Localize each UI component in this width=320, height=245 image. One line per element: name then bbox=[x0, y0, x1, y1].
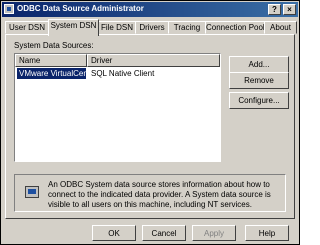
tab-connection-pooling[interactable]: Connection Pooling bbox=[205, 21, 275, 34]
add-button[interactable]: Add... bbox=[229, 56, 289, 73]
info-box: An ODBC System data source stores inform… bbox=[14, 174, 286, 212]
tab-user-dsn[interactable]: User DSN bbox=[5, 21, 49, 34]
ok-button[interactable]: OK bbox=[92, 225, 136, 241]
tab-about[interactable]: About bbox=[264, 21, 297, 34]
remove-button[interactable]: Remove bbox=[229, 72, 289, 89]
cancel-button[interactable]: Cancel bbox=[142, 225, 186, 241]
system-data-sources-list[interactable]: Name Driver VMware VirtualCenter SQL Nat… bbox=[14, 53, 221, 162]
system-data-sources-label: System Data Sources: bbox=[14, 41, 94, 50]
odbc-dialog-window: ODBC Data Source Administrator ? × User … bbox=[0, 0, 300, 245]
tab-system-dsn[interactable]: System DSN bbox=[48, 19, 99, 36]
dsn-row-name[interactable]: VMware VirtualCenter bbox=[17, 68, 86, 79]
data-source-icon bbox=[25, 186, 39, 198]
title-bar[interactable]: ODBC Data Source Administrator ? × bbox=[2, 2, 298, 17]
tab-strip: User DSN System DSN File DSN Drivers Tra… bbox=[5, 19, 297, 36]
window-title: ODBC Data Source Administrator bbox=[17, 4, 144, 13]
apply-button[interactable]: Apply bbox=[192, 225, 236, 241]
odbc-app-icon bbox=[4, 4, 14, 14]
close-button[interactable]: × bbox=[283, 4, 296, 15]
tab-drivers[interactable]: Drivers bbox=[135, 21, 169, 34]
column-header-driver[interactable]: Driver bbox=[87, 54, 220, 67]
help-button[interactable]: Help bbox=[245, 225, 289, 241]
column-header-name[interactable]: Name bbox=[15, 54, 87, 67]
help-title-button[interactable]: ? bbox=[268, 4, 281, 15]
tab-tracing[interactable]: Tracing bbox=[168, 21, 206, 34]
tab-file-dsn[interactable]: File DSN bbox=[98, 21, 136, 34]
configure-button[interactable]: Configure... bbox=[229, 92, 289, 109]
info-description: An ODBC System data source stores inform… bbox=[48, 180, 271, 209]
dsn-row-driver[interactable]: SQL Native Client bbox=[91, 68, 154, 79]
